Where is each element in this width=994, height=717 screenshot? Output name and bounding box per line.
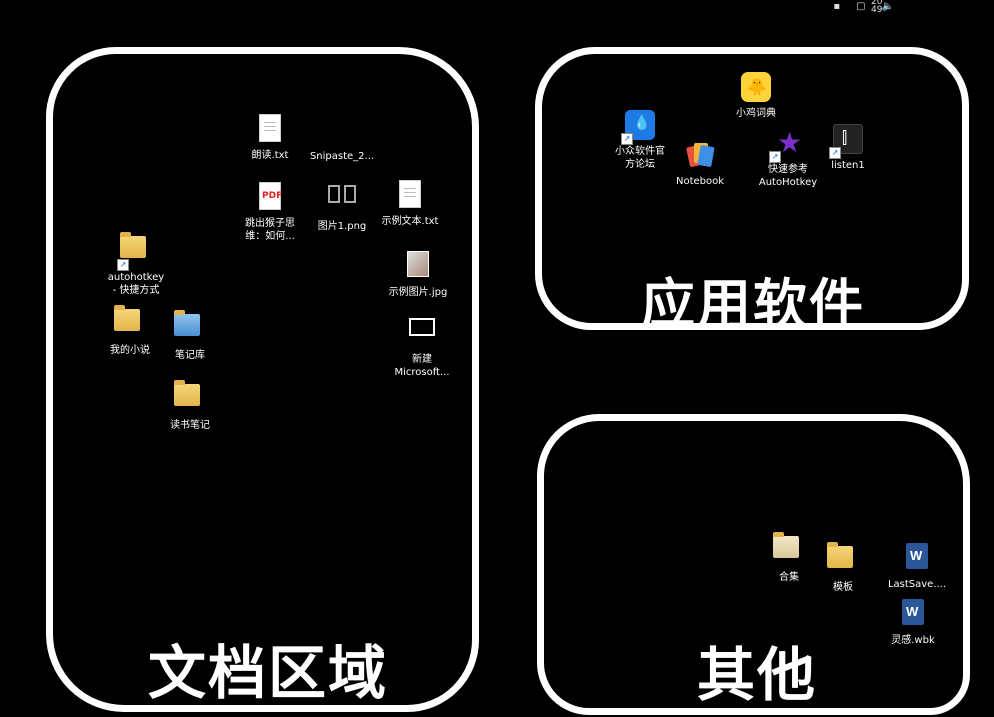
folder-icon (773, 532, 805, 568)
zone-title-docs: 文档区域 (148, 639, 389, 707)
volume-icon[interactable]: 🔈 (882, 1, 894, 12)
icon-label: Notebook (675, 176, 725, 187)
tray-clock[interactable]: 20 49 (871, 0, 883, 15)
desktop-icon-snipaste[interactable]: Snipaste_2... (302, 112, 382, 163)
icon-label: 朗读.txt (251, 150, 289, 161)
icon-label: autohotkey - 快捷方式 (107, 272, 165, 296)
image-file-icon (326, 115, 358, 147)
desktop-icon-notebook[interactable]: Notebook (660, 140, 740, 188)
icon-label: 读书笔记 (170, 420, 210, 431)
icon-label: 示例图片.jpg (388, 287, 448, 298)
image-file-icon (402, 251, 434, 283)
icon-label: 模板 (833, 582, 853, 593)
desktop-icon-linggan[interactable]: W 灵感.wbk (873, 596, 953, 647)
image-file-icon (406, 318, 438, 350)
desktop-icon-autohotkey[interactable]: ↗ autohotkey - 快捷方式 (96, 230, 176, 297)
music-app-icon: ↗ (829, 124, 864, 159)
folder-icon (174, 310, 206, 346)
folder-icon (114, 305, 146, 341)
text-file-icon (394, 180, 426, 212)
word-document-icon: W (901, 543, 933, 575)
pdf-file-icon: PDF (254, 182, 286, 214)
desktop-icon-xinjian[interactable]: 新建 Microsoft... (382, 310, 462, 379)
system-tray: ▪ ▢ 🔈 (833, 0, 894, 12)
desktop-icon-shili-jpg[interactable]: 示例图片.jpg (378, 248, 458, 299)
icon-label: LastSave.... (887, 579, 947, 590)
notebook-app-icon (684, 140, 716, 172)
icon-label: 笔记库 (175, 350, 205, 361)
desktop-icon-tiaochu[interactable]: PDF 跳出猴子思 维：如何... (230, 180, 310, 243)
autohotkey-icon: ↗ (769, 126, 804, 163)
word-document-icon: W (897, 599, 929, 631)
desktop-icon-moban[interactable]: 模板 (803, 540, 883, 594)
icon-label: 灵感.wbk (891, 635, 935, 646)
image-file-icon (326, 185, 358, 217)
desktop-icon-lastsave[interactable]: W LastSave.... (877, 540, 957, 591)
icon-label: 示例文本.txt (381, 216, 439, 227)
folder-icon (827, 542, 859, 578)
dictionary-app-icon (740, 72, 772, 104)
desktop-icon-listen1[interactable]: ↗ listen1 (808, 124, 888, 172)
icon-label: Snipaste_2... (309, 151, 375, 162)
forum-app-icon: ↗ (621, 110, 656, 145)
wifi-icon[interactable]: ▪ (833, 1, 840, 12)
desktop-icon-langdu[interactable]: 朗读.txt (230, 112, 310, 162)
desktop-icon-xiaoji[interactable]: 小鸡词典 (716, 72, 796, 120)
zone-title-apps: 应用软件 (641, 273, 865, 336)
icon-label: listen1 (831, 160, 865, 171)
desktop-icon-biji-ku[interactable]: 笔记库 (150, 308, 230, 362)
chat-icon[interactable]: ▢ (856, 1, 865, 12)
folder-icon (174, 380, 206, 416)
desktop-icon-dushu-biji[interactable]: 读书笔记 (150, 378, 230, 432)
zone-title-other: 其他 (697, 641, 818, 709)
text-file-icon (254, 114, 286, 146)
icon-label: 新建 Microsoft... (394, 354, 450, 378)
desktop-icon-shili-txt[interactable]: 示例文本.txt (370, 178, 450, 228)
icon-label: 跳出猴子思 维：如何... (245, 218, 295, 242)
icon-label: 小鸡词典 (736, 108, 776, 119)
folder-shortcut-icon: ↗ (117, 232, 152, 271)
clock-minute: 49 (871, 5, 883, 15)
